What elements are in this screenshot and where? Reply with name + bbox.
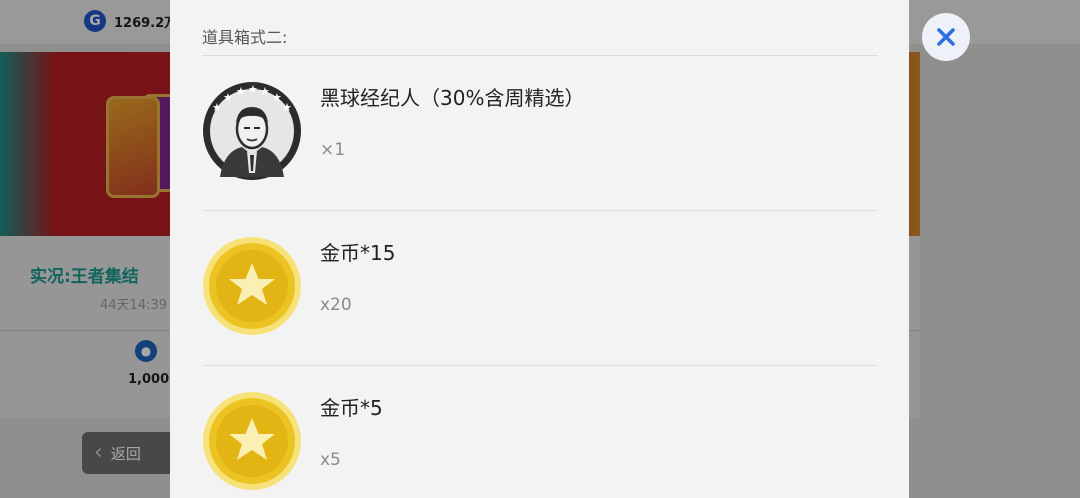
svg-text:★: ★ bbox=[223, 91, 233, 104]
gold-coin-star-icon bbox=[202, 391, 302, 491]
svg-text:★: ★ bbox=[236, 85, 246, 98]
item-quantity: x5 bbox=[320, 450, 341, 470]
list-item: 金币*5 x5 bbox=[202, 366, 878, 498]
svg-text:★: ★ bbox=[260, 85, 270, 98]
svg-text:★: ★ bbox=[282, 101, 292, 114]
agent-portrait-icon: ★ ★ ★ ★ ★ ★ ★ bbox=[202, 81, 302, 181]
svg-text:★: ★ bbox=[212, 101, 222, 114]
close-button[interactable] bbox=[922, 13, 970, 61]
list-item: ★ ★ ★ ★ ★ ★ ★ 黑球经纪人（30%含周精选） ×1 bbox=[202, 56, 878, 211]
item-quantity: ×1 bbox=[320, 140, 346, 160]
item-name: 黑球经纪人（30%含周精选） bbox=[320, 86, 585, 110]
item-name: 金币*15 bbox=[320, 241, 396, 265]
svg-text:★: ★ bbox=[248, 83, 258, 96]
modal-heading: 道具箱式二: bbox=[202, 28, 288, 47]
gold-coin-star-icon bbox=[202, 236, 302, 336]
svg-text:★: ★ bbox=[272, 91, 282, 104]
list-item: 金币*15 x20 bbox=[202, 211, 878, 366]
close-icon bbox=[937, 28, 955, 46]
item-quantity: x20 bbox=[320, 295, 352, 315]
item-name: 金币*5 bbox=[320, 396, 383, 420]
item-box-modal: 道具箱式二: ★ ★ ★ ★ ★ ★ ★ 黑球经纪人（30%含周精选） ×1 金… bbox=[170, 0, 909, 498]
